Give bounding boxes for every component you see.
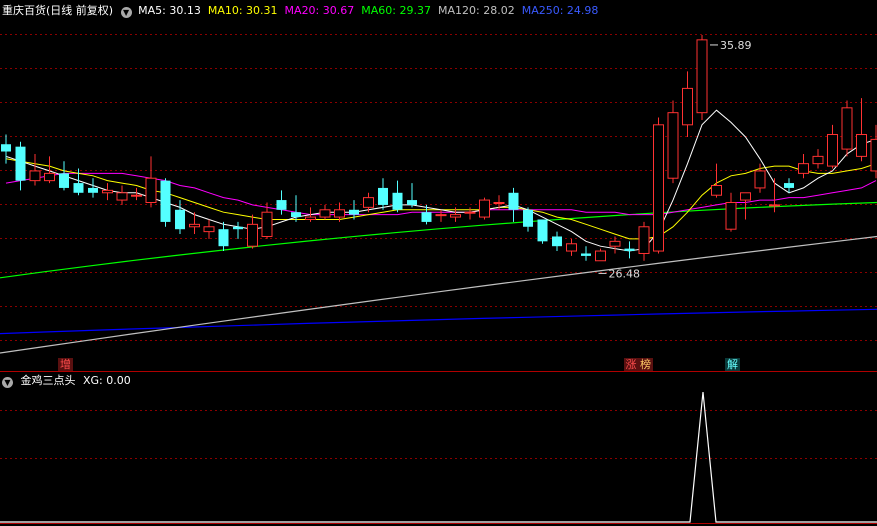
event-tag-zeng[interactable]: 增 [58,358,73,371]
candle-body-58 [841,107,853,150]
candle-body-34 [493,201,505,204]
indicator-header: ▼ 金鸡三点头 XG: 0.00 [2,374,131,388]
candle-body-37 [537,219,548,242]
candle-body-59 [856,134,867,157]
candle-body-18 [261,211,273,237]
candle-body-27 [392,192,403,210]
event-tag-zhang[interactable]: 涨 [623,358,639,371]
candle-body-49 [711,185,722,196]
candle-body-15 [218,229,229,247]
event-tag-bang[interactable]: 榜 [638,358,653,371]
candle-body-24 [349,209,359,215]
xg-signal-line [0,391,877,523]
ma5-indicator: MA5: 30.13 [138,4,201,17]
candle-body-4 [59,173,69,188]
candle-body-51 [740,192,751,201]
candle-body-14 [203,226,215,233]
xg-label: XG: [83,374,103,387]
ma250-line [0,308,877,335]
candle-body-16 [233,226,243,230]
candle-body-21 [305,216,316,220]
candle-body-54 [784,183,794,188]
candle-body-40 [581,253,591,256]
candle-body-46 [667,112,679,179]
candle-body-44 [638,226,650,254]
candle-body-32 [464,211,476,214]
candle-body-30 [435,214,447,217]
candle-body-11 [160,180,171,222]
candle-body-29 [421,212,432,222]
candle-body-41 [595,250,606,262]
candle-body-33 [479,199,490,218]
ma120-indicator: MA120: 28.02 [437,4,515,17]
candle-body-48 [696,39,708,114]
candle-body-17 [247,223,258,247]
chart-header: 重庆百货(日线 前复权) ▼ MA5: 30.13 MA10: 30.31 MA… [2,4,598,18]
candle-body-20 [291,212,301,218]
candle-body-39 [566,243,577,252]
candle-body-2 [29,170,41,182]
candle-body-47 [682,87,693,126]
candle-body-5 [73,183,84,193]
candle-body-13 [189,223,200,228]
candle-body-55 [798,163,809,174]
candle-body-10 [145,177,157,203]
xg-value: 0.00 [106,374,131,387]
candle-body-38 [552,236,562,247]
settings-dropdown-icon[interactable]: ▼ [120,7,132,18]
candle-body-56 [812,155,824,165]
candle-body-23 [334,209,345,218]
kline-chart[interactable]: 35.89 26.48 [0,0,877,526]
stock-title: 重庆百货(日线 前复权) [2,4,114,17]
event-tag-jie[interactable]: 解 [725,358,740,371]
low-marker-label: 26.48 [609,267,641,280]
chart-window[interactable]: 35.89 26.48 重庆百货(日线 前复权) ▼ MA5: 30.13 MA1… [0,0,877,526]
ma60-indicator: MA60: 29.37 [361,4,431,17]
candle-body-7 [102,189,113,194]
ma20-indicator: MA20: 30.67 [284,4,355,17]
ma120-line [0,235,877,354]
candle-body-12 [175,209,185,230]
candle-body-45 [653,124,664,252]
candle-body-26 [378,187,388,205]
candle-body-36 [523,209,533,227]
ma250-indicator: MA250: 24.98 [521,4,599,17]
candle-body-9 [131,194,142,197]
ma5-line [5,109,877,252]
candle-body-1 [15,146,26,181]
candle-body-3 [44,172,55,182]
candle-body-31 [450,214,461,218]
candle-body-25 [363,197,374,208]
high-marker-label: 35.89 [720,39,752,52]
indicator-dropdown-icon[interactable]: ▼ [2,377,13,388]
candle-body-22 [319,209,331,218]
candle-body-35 [508,192,519,210]
candle-body-57 [827,134,838,167]
candle-body-6 [88,187,98,193]
ma10-indicator: MA10: 30.31 [207,4,278,17]
candle-body-0 [1,144,11,152]
candle-body-8 [116,192,128,201]
candle-body-42 [609,240,621,247]
candle-body-60 [870,138,877,172]
candle-body-53 [769,204,780,207]
candle-body-43 [624,248,635,252]
candle-body-28 [407,200,417,205]
candle-body-50 [725,201,737,230]
indicator-title: 金鸡三点头 [20,374,76,387]
candle-body-52 [754,170,766,189]
candle-body-19 [276,200,287,210]
